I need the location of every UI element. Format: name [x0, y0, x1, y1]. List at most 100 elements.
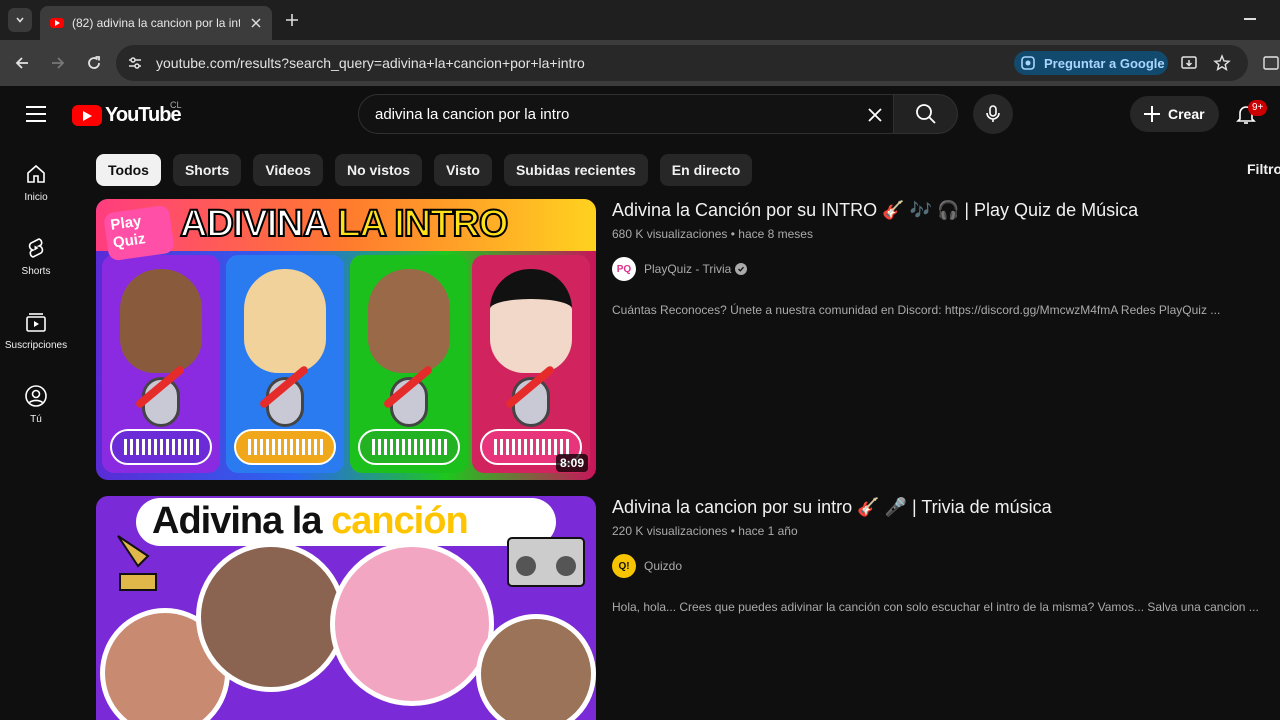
thumbnail-title-part: LA INTRO — [336, 202, 509, 246]
new-tab-button[interactable] — [282, 10, 302, 30]
sound-wave-icon — [358, 429, 460, 465]
face-illustration — [244, 269, 326, 373]
filters-button[interactable]: Filtro — [1247, 161, 1280, 177]
mini-guide-sidebar: Inicio Shorts Suscripciones Tú — [0, 142, 72, 720]
youtube-header: YouTube CL adivina la cancion por la int… — [0, 86, 1280, 142]
channel-avatar[interactable]: PQ — [612, 257, 636, 281]
ask-google-label: Preguntar a Google — [1044, 55, 1165, 71]
channel-link[interactable]: PQ PlayQuiz - Trivia — [612, 257, 1280, 281]
thumbnail-title-part: ADIVINA — [179, 202, 338, 246]
bookmark-button[interactable] — [1212, 53, 1232, 73]
subscriptions-icon — [26, 313, 46, 332]
ask-google-button[interactable]: Preguntar a Google — [1014, 51, 1168, 75]
notification-count-badge: 9+ — [1248, 100, 1268, 116]
back-button[interactable] — [10, 51, 34, 75]
search-icon — [915, 104, 936, 124]
artist-photo — [330, 542, 494, 706]
forward-button[interactable] — [46, 51, 70, 75]
video-description: Hola, hola... Crees que puedes adivinar … — [612, 600, 1259, 614]
voice-search-button[interactable] — [973, 94, 1013, 134]
sidebar-item-subscriptions[interactable]: Suscripciones — [0, 290, 72, 364]
video-info: Adivina la Canción por su INTRO 🎸 🎶 🎧 | … — [612, 199, 1280, 317]
channel-link[interactable]: Q! Quizdo — [612, 554, 1280, 578]
video-thumbnail[interactable]: ADIVINA LA INTRO Play Quiz 8:09 — [96, 199, 596, 480]
chip-all[interactable]: Todos — [96, 154, 161, 186]
face-illustration — [368, 269, 450, 373]
video-result: Adivina la canción Adivina la cancion po… — [96, 496, 1280, 720]
home-icon — [27, 164, 45, 183]
sidebar-item-label: Inicio — [24, 192, 48, 203]
sidebar-item-label: Suscripciones — [4, 340, 68, 351]
address-bar[interactable]: youtube.com/results?search_query=adivina… — [116, 45, 1248, 81]
sound-bars — [248, 439, 326, 455]
tab-close-button[interactable] — [248, 15, 264, 31]
face-illustration — [120, 269, 202, 373]
search-query-text[interactable]: adivina la cancion por la intro — [375, 106, 569, 123]
playquiz-logo: Play Quiz — [102, 204, 176, 262]
video-duration: 8:09 — [555, 454, 588, 472]
sidebar-item-label: Shorts — [21, 266, 51, 277]
google-lens-icon — [1021, 56, 1035, 70]
face-illustration — [490, 269, 572, 373]
video-description: Cuántas Reconoces? Únete a nuestra comun… — [612, 303, 1221, 317]
video-title-link[interactable]: Adivina la Canción por su INTRO 🎸 🎶 🎧 | … — [612, 200, 1280, 221]
sidebar-item-label: Tú — [30, 414, 42, 425]
thumbnail-title-part: canción — [331, 500, 469, 542]
sidebar-item-you[interactable]: Tú — [0, 364, 72, 438]
url-text[interactable]: youtube.com/results?search_query=adivina… — [156, 55, 585, 71]
video-result: ADIVINA LA INTRO Play Quiz 8:09 Adivina … — [96, 199, 1280, 489]
clear-search-button[interactable] — [865, 105, 885, 125]
create-button[interactable]: Crear — [1130, 96, 1219, 132]
thumbnail-title-part: Adivina la — [152, 500, 332, 542]
menu-icon-bar — [26, 106, 46, 108]
plus-icon — [1144, 106, 1160, 122]
side-panel-button[interactable] — [1262, 54, 1280, 72]
thumbnail-panel — [102, 255, 220, 473]
guide-menu-button[interactable] — [24, 102, 48, 126]
site-info-button[interactable] — [122, 50, 148, 76]
gramophone-icon — [117, 535, 157, 591]
channel-avatar[interactable]: Q! — [612, 554, 636, 578]
chip-videos[interactable]: Videos — [253, 154, 323, 186]
menu-icon-bar — [26, 120, 46, 122]
video-title-link[interactable]: Adivina la cancion por su intro 🎸 🎤 | Tr… — [612, 497, 1280, 518]
side-panel-icon — [1263, 56, 1279, 70]
thumbnail-title: Adivina la canción — [152, 500, 469, 543]
sound-bars — [124, 439, 202, 455]
install-app-button[interactable] — [1179, 53, 1199, 73]
chip-unwatched[interactable]: No vistos — [334, 154, 422, 186]
youtube-play-icon — [72, 104, 102, 126]
channel-name[interactable]: Quizdo — [644, 559, 682, 573]
thumbnail-title: ADIVINA LA INTRO — [179, 202, 509, 246]
youtube-logo[interactable]: YouTube CL — [72, 100, 182, 127]
chip-shorts[interactable]: Shorts — [172, 154, 242, 186]
tab-search-button[interactable] — [8, 8, 32, 32]
browser-tab-active[interactable]: (82) adivina la cancion por la intro — [40, 6, 272, 40]
youtube-favicon-icon — [50, 18, 64, 28]
video-info: Adivina la cancion por su intro 🎸 🎤 | Tr… — [612, 496, 1280, 614]
country-code: CL — [170, 100, 182, 110]
reload-button[interactable] — [82, 51, 106, 75]
chip-live[interactable]: En directo — [659, 154, 753, 186]
reload-icon — [88, 56, 100, 69]
search-button[interactable] — [894, 94, 958, 134]
video-metadata: 680 K visualizaciones • hace 8 meses — [612, 227, 813, 241]
shorts-icon — [28, 238, 44, 258]
thumbnail-panel — [350, 255, 468, 473]
sidebar-item-shorts[interactable]: Shorts — [0, 216, 72, 290]
artist-photo — [196, 542, 346, 692]
tab-title: (82) adivina la cancion por la intro — [72, 16, 240, 30]
sound-wave-icon — [234, 429, 336, 465]
menu-icon-bar — [26, 113, 46, 115]
chip-recently-uploaded[interactable]: Subidas recientes — [503, 154, 648, 186]
video-thumbnail[interactable]: Adivina la canción — [96, 496, 596, 720]
search-input[interactable]: adivina la cancion por la intro — [358, 94, 894, 134]
window-minimize-button[interactable] — [1244, 18, 1256, 20]
video-metadata: 220 K visualizaciones • hace 1 año — [612, 524, 798, 538]
sidebar-item-home[interactable]: Inicio — [0, 142, 72, 216]
tune-icon — [129, 57, 141, 69]
chip-watched[interactable]: Visto — [433, 154, 492, 186]
star-icon — [1213, 54, 1231, 71]
chevron-down-icon — [16, 17, 24, 23]
channel-name[interactable]: PlayQuiz - Trivia — [644, 262, 731, 276]
